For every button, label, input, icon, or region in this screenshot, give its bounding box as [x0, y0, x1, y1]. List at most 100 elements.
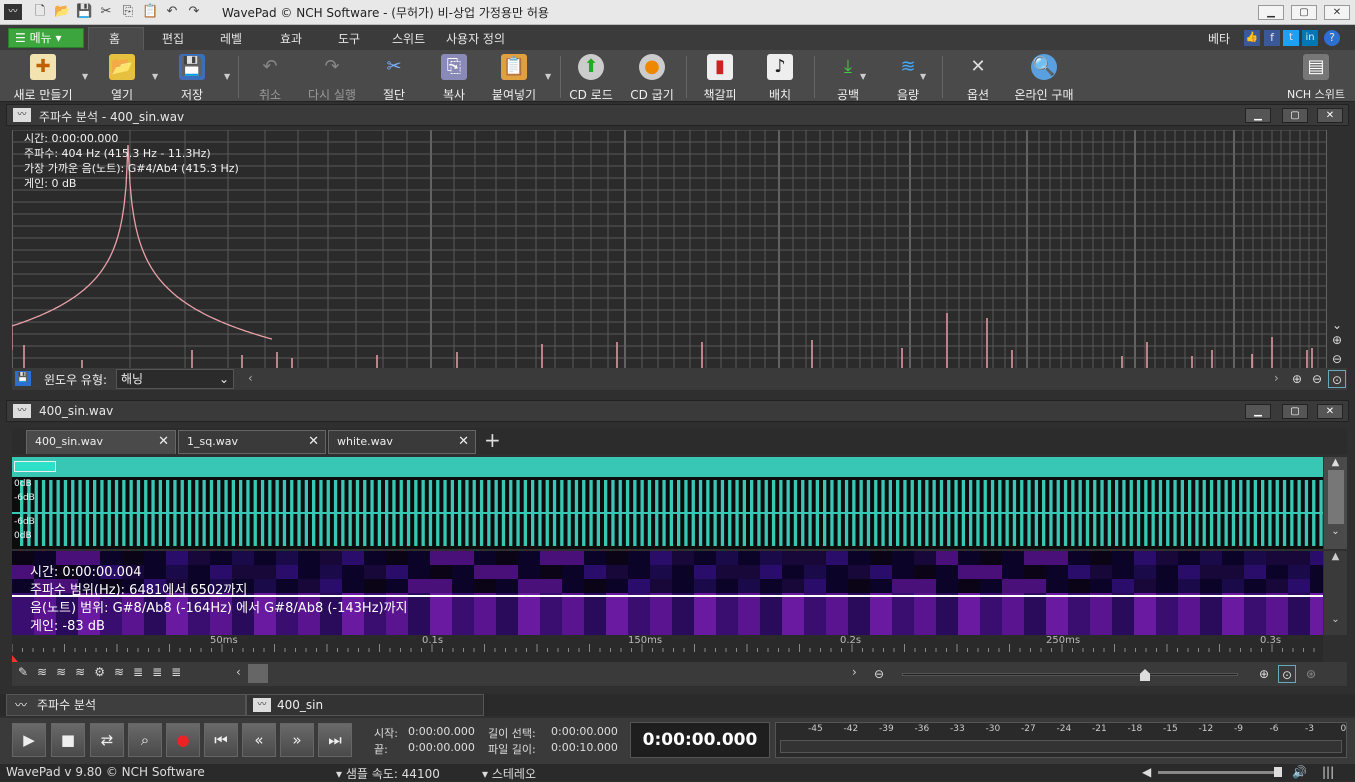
volume-slider[interactable] [1158, 771, 1282, 774]
h-scroll-thumb[interactable] [248, 664, 268, 683]
chevron-down-icon[interactable]: ▼ [860, 72, 866, 81]
save-icon[interactable]: 💾 [76, 4, 92, 20]
chevron-down-icon[interactable]: ▼ [82, 72, 88, 81]
tab-home[interactable]: 홈 [109, 30, 120, 47]
cut-button[interactable]: ✂ 절단 [372, 54, 416, 102]
copy-button[interactable]: ⎘ 복사 [432, 54, 476, 102]
file-tab[interactable]: 400_sin.wav ✕ [26, 430, 176, 454]
paste-icon[interactable]: 📋 [142, 4, 158, 20]
zoom-fit-icon[interactable]: ⊙ [1278, 665, 1296, 683]
buy-online-button[interactable]: 🔍 온라인 구매 [1012, 54, 1076, 102]
play-button[interactable]: ▶ [12, 723, 46, 757]
tab-level[interactable]: 레벨 [220, 30, 242, 47]
volume-slider-thumb[interactable] [1274, 767, 1282, 777]
fast-forward-button[interactable]: » [280, 723, 314, 757]
go-start-button[interactable]: ⏮ [204, 723, 238, 757]
zoom-fit-icon[interactable]: ⊙ [1328, 370, 1346, 388]
zoom-slider[interactable] [902, 673, 1238, 676]
redo-button[interactable]: ↷ 다시 실행 [302, 54, 362, 102]
copy-icon[interactable]: ⎘ [120, 4, 136, 20]
panel-maximize-button[interactable]: ▢ [1282, 108, 1308, 123]
zoom-in-icon[interactable]: ⊕ [1288, 370, 1306, 388]
add-tab-icon[interactable]: + [484, 428, 501, 452]
menu-button[interactable]: ☰ 메뉴 ▾ [8, 28, 84, 48]
close-icon[interactable]: ✕ [158, 431, 169, 453]
tab-frequency-analysis[interactable]: 〰 주파수 분석 [6, 694, 246, 716]
record-button[interactable]: ● [166, 723, 200, 757]
speaker-icon[interactable]: 🔊 [1292, 765, 1307, 779]
chevron-down-icon[interactable]: ⌄ [1324, 614, 1347, 625]
chevron-down-icon[interactable]: ▼ [545, 72, 551, 81]
chevron-down-icon[interactable]: ⌄ [1324, 526, 1347, 537]
chevron-down-icon[interactable]: ▼ [152, 72, 158, 81]
scroll-left-icon[interactable]: ‹ [236, 665, 241, 679]
tab-custom[interactable]: 사용자 정의 [446, 30, 505, 47]
tool-icons[interactable]: ✎≋≋≋⚙≋≣≣≣ [18, 665, 190, 679]
tab-400-sin[interactable]: 〰 400_sin [246, 694, 484, 716]
tab-edit[interactable]: 편집 [162, 30, 184, 47]
open-button[interactable]: 📂 열기 [100, 54, 144, 102]
sample-rate-dropdown[interactable]: ▾ 샘플 속도: 44100 [336, 765, 440, 782]
vertical-scrollbar[interactable]: ▲ ⌄ [1324, 457, 1347, 549]
paste-button[interactable]: 📋 붙여넣기 [488, 54, 540, 102]
file-tab[interactable]: 1_sq.wav ✕ [178, 430, 326, 454]
cut-icon[interactable]: ✂ [98, 4, 114, 20]
maximize-button[interactable]: ▢ [1291, 5, 1317, 20]
new-button[interactable]: ✚ 새로 만들기 [8, 54, 78, 102]
twitter-icon[interactable]: t [1283, 30, 1299, 46]
help-icon[interactable]: ? [1324, 30, 1340, 46]
scroll-thumb[interactable] [1327, 470, 1344, 524]
scroll-left-icon[interactable]: ‹ [248, 371, 253, 385]
new-file-icon[interactable]: 🗋 [32, 4, 48, 20]
scroll-right-icon[interactable]: › [1274, 371, 1279, 385]
facebook-icon[interactable]: f [1264, 30, 1280, 46]
panel-minimize-button[interactable]: ▁ [1245, 108, 1271, 123]
chevron-down-icon[interactable]: ▼ [920, 72, 926, 81]
tab-tools[interactable]: 도구 [338, 30, 360, 47]
scroll-right-icon[interactable]: › [852, 665, 857, 679]
stop-button[interactable]: ■ [51, 723, 85, 757]
cd-load-button[interactable]: ⬆ CD 로드 [568, 54, 614, 102]
file-tab[interactable]: white.wav ✕ [328, 430, 476, 454]
minimize-button[interactable]: ▁ [1258, 5, 1284, 20]
save-button[interactable]: 💾 저장 [170, 54, 214, 102]
open-folder-icon[interactable]: 📂 [54, 4, 70, 20]
channels-dropdown[interactable]: ▾ 스테레오 [482, 765, 536, 782]
close-icon[interactable]: ✕ [458, 431, 469, 453]
cd-burn-button[interactable]: ● CD 굽기 [630, 54, 674, 102]
zoom-out-icon[interactable]: ⊖ [1328, 350, 1346, 368]
overview-handle[interactable] [14, 461, 56, 472]
close-button[interactable]: ✕ [1324, 5, 1350, 20]
go-end-button[interactable]: ⏭ [318, 723, 352, 757]
like-icon[interactable]: 👍 [1244, 30, 1260, 46]
nch-suite-button[interactable]: ▤ NCH 스위트 [1284, 54, 1348, 101]
meter-icon[interactable]: ||| [1322, 765, 1334, 779]
rewind-button[interactable]: « [242, 723, 276, 757]
panel-maximize-button[interactable]: ▢ [1282, 404, 1308, 419]
overview-bar[interactable] [12, 457, 1323, 477]
zoom-out-icon[interactable]: ⊖ [870, 665, 888, 683]
loop-button[interactable]: ⇄ [90, 723, 124, 757]
close-icon[interactable]: ✕ [308, 431, 319, 453]
tab-effects[interactable]: 효과 [280, 30, 302, 47]
bookmark-button[interactable]: ▮ 책갈피 [700, 54, 740, 102]
batch-button[interactable]: ♪ 배치 [762, 54, 798, 102]
options-button[interactable]: ✕ 옵션 [956, 54, 1000, 102]
save-icon[interactable]: 💾 [15, 371, 31, 386]
window-type-select[interactable]: 해닝 ⌄ [116, 369, 234, 389]
undo-icon[interactable]: ↶ [164, 4, 180, 20]
linkedin-icon[interactable]: in [1302, 30, 1318, 46]
panel-close-button[interactable]: ✕ [1317, 404, 1343, 419]
chevron-down-icon[interactable]: ▼ [224, 72, 230, 81]
scrub-button[interactable]: ⌕ [128, 723, 162, 757]
spectro-scroll[interactable]: ▲ ⌄ [1324, 551, 1347, 635]
panel-close-button[interactable]: ✕ [1317, 108, 1343, 123]
tab-suite[interactable]: 스위트 [392, 30, 425, 47]
redo-icon[interactable]: ↷ [186, 4, 202, 20]
chevron-up-icon[interactable]: ▲ [1324, 551, 1347, 562]
zoom-out-icon[interactable]: ⊖ [1308, 370, 1326, 388]
waveform-view[interactable] [12, 477, 1323, 549]
zoom-in-icon[interactable]: ⊕ [1255, 665, 1273, 683]
undo-button[interactable]: ↶ 취소 [248, 54, 292, 102]
zoom-selection-icon[interactable]: ⊛ [1302, 665, 1320, 683]
